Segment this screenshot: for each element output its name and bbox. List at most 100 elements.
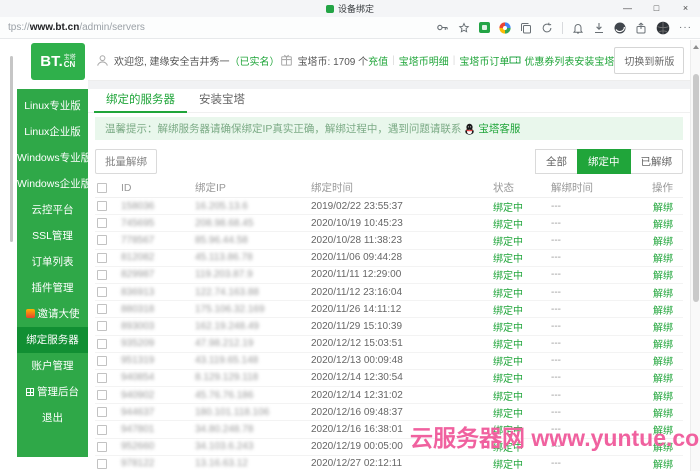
maximize-button[interactable]: □	[642, 0, 671, 17]
coin-detail-link[interactable]: 宝塔币明细	[399, 53, 449, 68]
verified-badge[interactable]: （已实名）	[230, 53, 280, 68]
install-bt-link[interactable]: 安装宝塔	[574, 53, 614, 68]
unbind-link[interactable]: 解绑	[647, 336, 683, 351]
coin-orders-link[interactable]: 宝塔币订单	[459, 53, 509, 68]
unbind-link[interactable]: 解绑	[647, 319, 683, 334]
unbind-link[interactable]: 解绑	[647, 250, 683, 265]
row-checkbox[interactable]	[97, 390, 107, 400]
bulk-unbind-button[interactable]: 批量解绑	[95, 149, 157, 174]
sidebar-item[interactable]: 云控平台	[17, 197, 88, 223]
sidebar-item[interactable]: 邀请大使	[17, 301, 88, 327]
cell-id: 978122	[121, 458, 195, 469]
unbind-link[interactable]: 解绑	[647, 422, 683, 437]
unbind-link[interactable]: 解绑	[647, 216, 683, 231]
filter-button[interactable]: 全部	[535, 149, 578, 174]
table-row: 893003 162.19.248.49 2020/11/29 15:10:39…	[95, 318, 683, 335]
unbind-link[interactable]: 解绑	[647, 285, 683, 300]
bt-logo[interactable]: BT. 宝塔 CN	[31, 43, 85, 80]
unbind-link[interactable]: 解绑	[647, 439, 683, 454]
switch-version-button[interactable]: 切换到新版	[614, 47, 684, 74]
close-button[interactable]: ×	[671, 0, 700, 17]
select-all-checkbox[interactable]	[97, 183, 107, 193]
row-checkbox[interactable]	[97, 442, 107, 452]
unbind-link[interactable]: 解绑	[647, 388, 683, 403]
browser-toolbar: tps://www.bt.cn/admin/servers ···	[0, 17, 700, 39]
download-icon[interactable]	[593, 22, 605, 34]
coupon-icon	[509, 54, 521, 66]
status-badge: 绑定中	[493, 405, 551, 420]
unbind-link[interactable]: 解绑	[647, 302, 683, 317]
recharge-link[interactable]: 充值	[368, 53, 388, 68]
row-checkbox[interactable]	[97, 407, 107, 417]
sidebar-item[interactable]: Windows企业版	[17, 171, 88, 197]
col-ip: 绑定IP	[195, 180, 311, 195]
filter-button[interactable]: 绑定中	[577, 149, 631, 174]
announce-icon[interactable]	[572, 22, 584, 34]
shield-icon[interactable]	[614, 22, 626, 34]
address-bar[interactable]: tps://www.bt.cn/admin/servers	[8, 22, 145, 33]
sidebar-item[interactable]: SSL管理	[17, 223, 88, 249]
row-checkbox[interactable]	[97, 201, 107, 211]
copy-icon[interactable]	[520, 22, 532, 34]
cell-unbind-time: ---	[551, 321, 647, 332]
tab[interactable]: 绑定的服务器	[94, 89, 187, 113]
more-menu-icon[interactable]: ···	[679, 22, 692, 33]
row-checkbox[interactable]	[97, 287, 107, 297]
minimize-button[interactable]: —	[613, 0, 642, 17]
sidebar-item[interactable]: Linux专业版	[17, 93, 88, 119]
cell-unbind-time: ---	[551, 287, 647, 298]
sidebar-item[interactable]: Windows专业版	[17, 145, 88, 171]
cell-bind-time: 2020/12/14 12:30:54	[311, 372, 493, 383]
sidebar-item[interactable]: Linux企业版	[17, 119, 88, 145]
sidebar-item[interactable]: 插件管理	[17, 275, 88, 301]
favorites-icon[interactable]	[458, 22, 470, 34]
row-checkbox[interactable]	[97, 373, 107, 383]
separator: |	[392, 55, 395, 66]
avatar-icon[interactable]	[656, 21, 670, 35]
vertical-scrollbar[interactable]	[690, 40, 700, 471]
cell-unbind-time: ---	[551, 252, 647, 263]
unbind-link[interactable]: 解绑	[647, 353, 683, 368]
unbind-link[interactable]: 解绑	[647, 267, 683, 282]
row-checkbox[interactable]	[97, 253, 107, 263]
sidebar-item[interactable]: 管理后台	[17, 379, 88, 405]
share-icon[interactable]	[635, 22, 647, 34]
row-checkbox[interactable]	[97, 425, 107, 435]
unbind-link[interactable]: 解绑	[647, 405, 683, 420]
unbind-link[interactable]: 解绑	[647, 456, 683, 471]
unbind-link[interactable]: 解绑	[647, 199, 683, 214]
row-checkbox[interactable]	[97, 459, 107, 469]
row-checkbox[interactable]	[97, 304, 107, 314]
unbind-link[interactable]: 解绑	[647, 233, 683, 248]
unbind-link[interactable]: 解绑	[647, 370, 683, 385]
sidebar-item[interactable]: 绑定服务器	[17, 327, 88, 353]
separator: |	[453, 55, 456, 66]
scrollbar-thumb[interactable]	[693, 74, 699, 302]
cell-bind-ip: 45.113.86.78	[195, 252, 311, 263]
cell-bind-ip: 85.96.44.58	[195, 235, 311, 246]
row-checkbox[interactable]	[97, 235, 107, 245]
sidebar-item[interactable]: 订单列表	[17, 249, 88, 275]
refresh-icon[interactable]	[541, 22, 553, 34]
scroll-up-icon[interactable]	[693, 45, 699, 49]
cell-bind-time: 2020/12/14 12:31:02	[311, 390, 493, 401]
sidebar-item[interactable]: 退出	[17, 405, 88, 431]
row-checkbox[interactable]	[97, 321, 107, 331]
left-scrollbar-thumb[interactable]	[10, 56, 13, 242]
tab[interactable]: 安装宝塔	[187, 89, 257, 111]
profile-wheel-icon[interactable]	[499, 22, 511, 34]
coupon-list-link[interactable]: 优惠券列表	[524, 53, 574, 68]
account-header: 欢迎您, 建缘安全吉井秀一 （已实名） 宝塔币: 1709 个 充值 | 宝塔币…	[88, 40, 690, 81]
row-checkbox[interactable]	[97, 218, 107, 228]
extension-icon[interactable]	[479, 22, 490, 33]
row-checkbox[interactable]	[97, 356, 107, 366]
key-icon[interactable]	[436, 21, 449, 34]
filter-button[interactable]: 已解绑	[630, 149, 684, 174]
sidebar-item[interactable]: 账户管理	[17, 353, 88, 379]
row-checkbox[interactable]	[97, 339, 107, 349]
cell-bind-time: 2020/11/06 09:44:28	[311, 252, 493, 263]
cell-unbind-time: ---	[551, 235, 647, 246]
status-badge: 绑定中	[493, 336, 551, 351]
row-checkbox[interactable]	[97, 270, 107, 280]
support-link[interactable]: 宝塔客服	[478, 121, 520, 136]
